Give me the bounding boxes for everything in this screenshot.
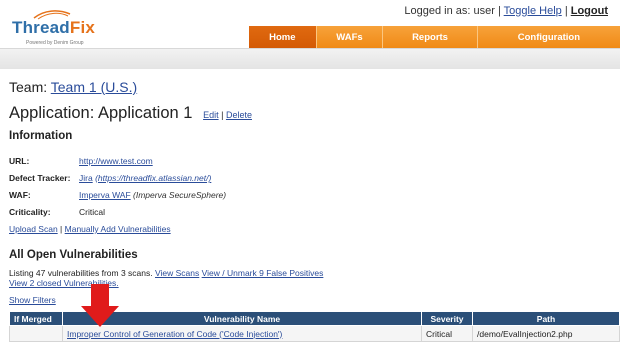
page-title: Application: Application 1 Edit | Delete xyxy=(9,104,252,123)
waf-type: (Imperva SecureSphere) xyxy=(133,190,227,200)
logged-in-text: Logged in as: user xyxy=(404,5,495,17)
url-link[interactable]: http://www.test.com xyxy=(79,156,153,166)
info-row-waf: WAF: Imperva WAF (Imperva SecureSphere) xyxy=(9,190,226,207)
info-row-criticality: Criticality: Critical xyxy=(9,207,226,224)
nav-tab-wafs[interactable]: WAFs xyxy=(316,26,384,48)
scan-actions: Upload Scan | Manually Add Vulnerabiliti… xyxy=(9,224,171,234)
separator: | xyxy=(564,5,568,17)
delete-application-link[interactable]: Delete xyxy=(226,110,252,120)
view-scans-link[interactable]: View Scans xyxy=(155,268,199,278)
edit-application-link[interactable]: Edit xyxy=(203,110,219,120)
defect-tracker-label: Defect Tracker: xyxy=(9,173,71,183)
info-row-url: URL: http://www.test.com xyxy=(9,156,226,173)
team-line: Team: Team 1 (U.S.) xyxy=(9,79,137,95)
information-panel: URL: http://www.test.com Defect Tracker:… xyxy=(9,156,226,224)
open-vulnerabilities-heading: All Open Vulnerabilities xyxy=(9,249,138,261)
column-header-if-merged[interactable]: If Merged xyxy=(9,311,63,326)
cell-if-merged xyxy=(9,325,63,342)
waf-label: WAF: xyxy=(9,190,31,200)
logo-text-thread: Thread xyxy=(12,18,70,37)
separator: | xyxy=(60,224,63,234)
criticality-value: Critical xyxy=(79,207,105,217)
vulnerability-name-link[interactable]: Improper Control of Generation of Code (… xyxy=(67,329,282,339)
listing-text: Listing 47 vulnerabilities from 3 scans. xyxy=(9,268,153,278)
down-arrow-icon xyxy=(81,284,119,327)
user-bar: Logged in as: user | Toggle Help | Logou… xyxy=(404,5,608,17)
logo-tagline: Powered by Denim Group xyxy=(26,40,84,46)
separator: | xyxy=(221,110,224,120)
main-nav: Home WAFs Reports Configuration xyxy=(249,26,620,48)
application-actions: Edit | Delete xyxy=(203,110,252,120)
logo-wordmark: ThreadFix xyxy=(12,18,95,38)
show-filters-link[interactable]: Show Filters xyxy=(9,295,56,305)
criticality-label: Criticality: xyxy=(9,207,51,217)
column-header-severity[interactable]: Severity xyxy=(421,311,473,326)
defect-tracker-link[interactable]: Jira xyxy=(79,173,93,183)
defect-tracker-url-link[interactable]: (https://threadfix.atlassian.net/) xyxy=(95,173,211,183)
nav-tab-reports[interactable]: Reports xyxy=(383,26,478,48)
separator: | xyxy=(497,5,501,17)
url-label: URL: xyxy=(9,156,30,166)
cell-path: /demo/EvalInjection2.php xyxy=(472,325,620,342)
logout-link[interactable]: Logout xyxy=(571,5,608,17)
vulnerability-listing-summary: Listing 47 vulnerabilities from 3 scans.… xyxy=(9,268,369,288)
show-filters-container: Show Filters xyxy=(9,295,56,305)
cell-severity: Critical xyxy=(421,325,473,342)
logo-text-fix: Fix xyxy=(69,18,96,37)
false-positives-link[interactable]: View / Unmark 9 False Positives xyxy=(202,268,324,278)
header-band xyxy=(0,48,620,69)
waf-link[interactable]: Imperva WAF xyxy=(79,190,131,200)
team-link[interactable]: Team 1 (U.S.) xyxy=(51,79,137,95)
toggle-help-link[interactable]: Toggle Help xyxy=(504,5,562,17)
threadfix-logo[interactable]: ThreadFix Powered by Denim Group xyxy=(12,8,112,48)
info-row-defect-tracker: Defect Tracker: Jira (https://threadfix.… xyxy=(9,173,226,190)
information-heading: Information xyxy=(9,130,73,142)
team-label: Team: xyxy=(9,79,48,95)
nav-tab-home[interactable]: Home xyxy=(249,26,317,48)
upload-scan-link[interactable]: Upload Scan xyxy=(9,224,58,234)
nav-tab-configuration[interactable]: Configuration xyxy=(477,26,620,48)
application-title: Application: Application 1 xyxy=(9,104,193,122)
column-header-path[interactable]: Path xyxy=(472,311,620,326)
manually-add-vulnerabilities-link[interactable]: Manually Add Vulnerabilities xyxy=(65,224,171,234)
